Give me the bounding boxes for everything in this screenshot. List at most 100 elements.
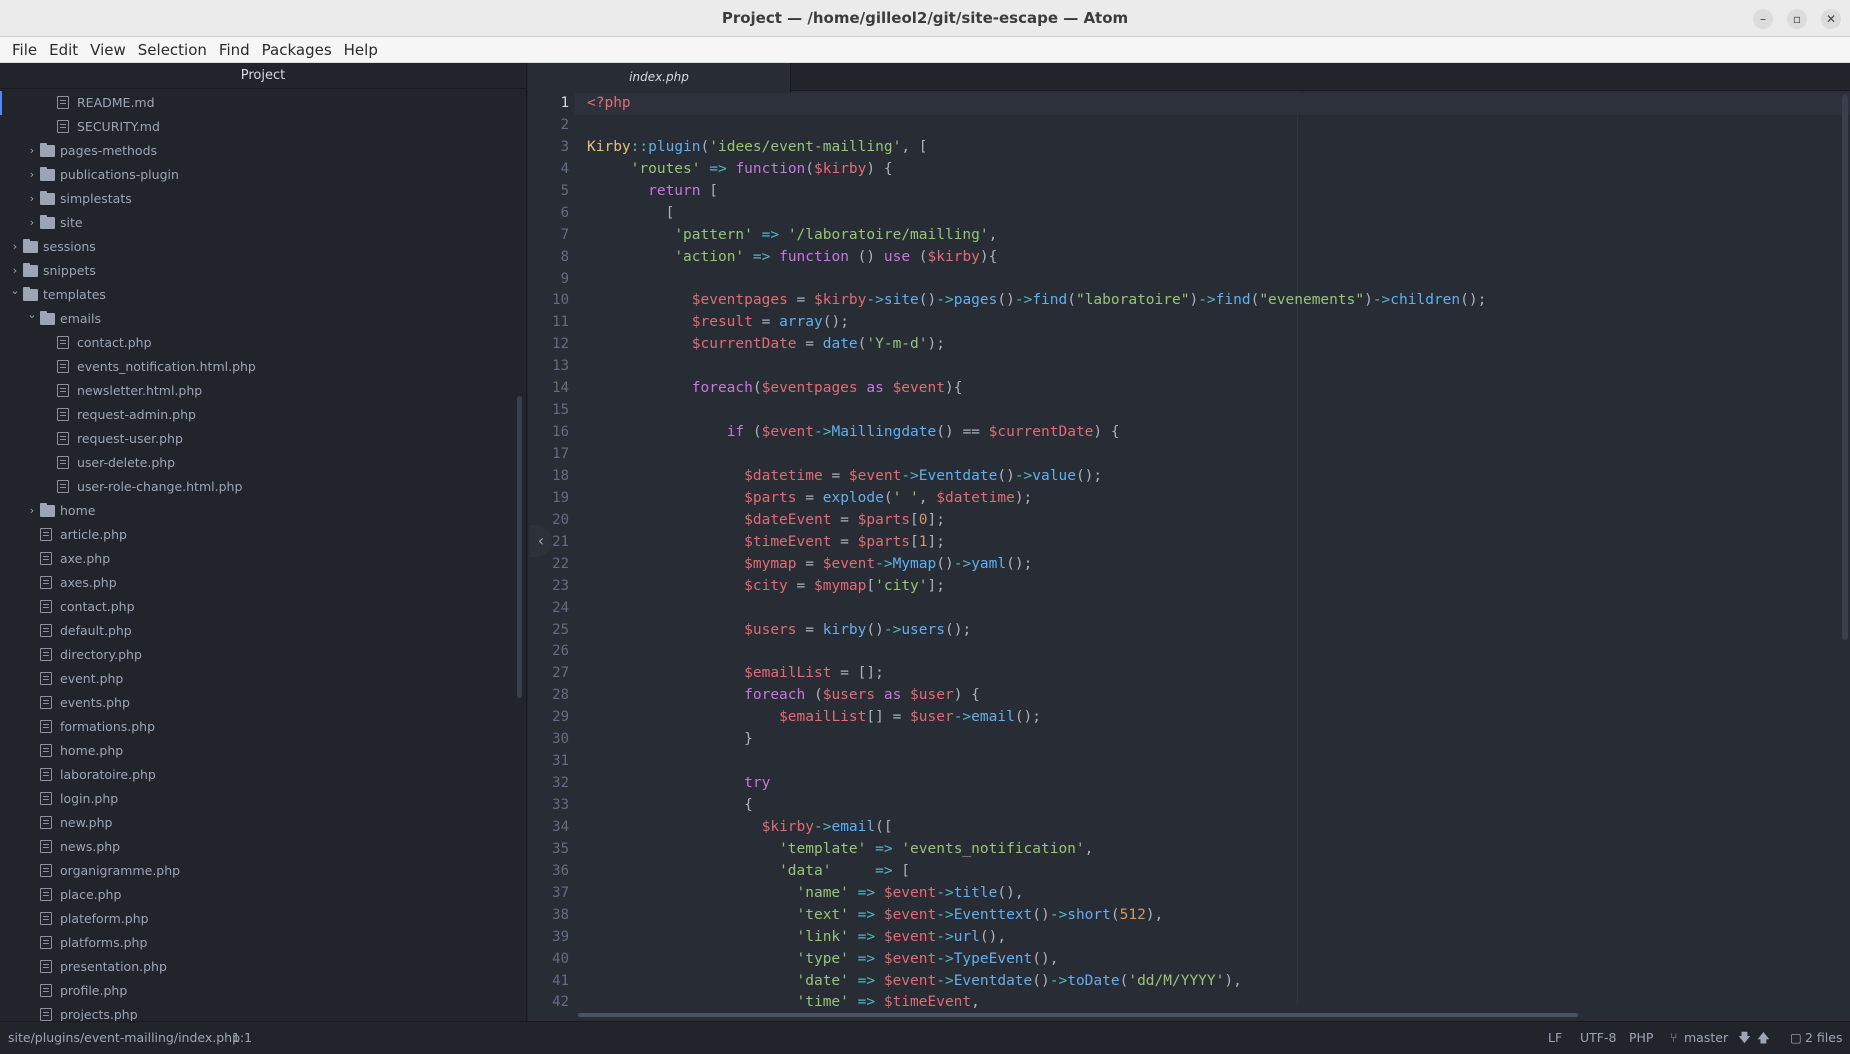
chevron-down-icon[interactable]: ⌄ (10, 279, 20, 303)
push-up-icon[interactable]: 🡅 (1757, 1022, 1770, 1054)
tree-file[interactable]: presentation.php (0, 955, 526, 979)
code-line[interactable] (575, 356, 1850, 378)
code-lines[interactable]: <?phpKirby::plugin('idees/event-mailling… (575, 93, 1850, 1014)
code-line[interactable] (575, 400, 1850, 422)
code-line[interactable]: $result = array(); (575, 312, 1850, 334)
tree-folder[interactable]: › sessions (0, 235, 526, 259)
tree-file[interactable]: new.php (0, 811, 526, 835)
code-line[interactable] (575, 641, 1850, 663)
menu-view[interactable]: View (84, 37, 132, 63)
tree-scrollbar[interactable] (517, 396, 522, 698)
code-line[interactable]: 'time' => $timeEvent, (575, 992, 1850, 1014)
chevron-right-icon[interactable]: › (10, 235, 20, 259)
menu-packages[interactable]: Packages (256, 37, 338, 63)
code-line[interactable]: 'type' => $event->TypeEvent(), (575, 949, 1850, 971)
code-line[interactable]: foreach($eventpages as $event){ (575, 378, 1850, 400)
code-line[interactable]: Kirby::plugin('idees/event-mailling', [ (575, 137, 1850, 159)
chevron-right-icon[interactable]: › (27, 499, 37, 523)
code-line[interactable]: } (575, 729, 1850, 751)
tree-file[interactable]: login.php (0, 787, 526, 811)
tree-file[interactable]: axes.php (0, 571, 526, 595)
code-line[interactable]: 'template' => 'events_notification', (575, 839, 1850, 861)
menu-help[interactable]: Help (338, 37, 384, 63)
tree-folder[interactable]: ⌄ emails (0, 307, 526, 331)
tree-file[interactable]: plateform.php (0, 907, 526, 931)
code-line[interactable]: $emailList[] = $user->email(); (575, 707, 1850, 729)
maximize-button[interactable]: ▫ (1787, 9, 1807, 29)
tree-folder[interactable]: › publications-plugin (0, 163, 526, 187)
tree-file[interactable]: events.php (0, 691, 526, 715)
code-line[interactable]: { (575, 795, 1850, 817)
menu-file[interactable]: File (6, 37, 43, 63)
tree-file[interactable]: organigramme.php (0, 859, 526, 883)
chevron-right-icon[interactable]: › (27, 163, 37, 187)
tab-index-php[interactable]: index.php (528, 63, 791, 92)
code-line[interactable]: return [ (575, 181, 1850, 203)
status-git-branch[interactable]: master (1684, 1022, 1728, 1054)
code-line[interactable]: $currentDate = date('Y-m-d'); (575, 334, 1850, 356)
tree-file[interactable]: axe.php (0, 547, 526, 571)
code-line[interactable]: $mymap = $event->Mymap()->yaml(); (575, 554, 1850, 576)
code-line[interactable] (575, 115, 1850, 137)
status-file-path[interactable]: site/plugins/event-mailling/index.php (8, 1022, 240, 1054)
status-line-ending[interactable]: LF (1548, 1022, 1562, 1054)
code-line[interactable]: try (575, 773, 1850, 795)
chevron-right-icon[interactable]: › (27, 211, 37, 235)
horizontal-scrollbar[interactable] (578, 1013, 1578, 1017)
minimize-button[interactable]: – (1753, 9, 1773, 29)
menu-find[interactable]: Find (213, 37, 256, 63)
menu-edit[interactable]: Edit (43, 37, 84, 63)
close-button[interactable]: ✕ (1821, 9, 1841, 29)
tree-file[interactable]: SECURITY.md (0, 115, 526, 139)
code-line[interactable]: 'name' => $event->title(), (575, 883, 1850, 905)
code-line[interactable] (575, 269, 1850, 291)
tree-file[interactable]: profile.php (0, 979, 526, 1003)
code-line[interactable]: $users = kirby()->users(); (575, 620, 1850, 642)
tree-file[interactable]: directory.php (0, 643, 526, 667)
code-line[interactable]: $timeEvent = $parts[1]; (575, 532, 1850, 554)
tree-file[interactable]: request-admin.php (0, 403, 526, 427)
code-line[interactable]: foreach ($users as $user) { (575, 685, 1850, 707)
status-cursor-position[interactable]: 1:1 (232, 1022, 252, 1054)
tree-file[interactable]: contact.php (0, 331, 526, 355)
tree-file[interactable]: projects.php (0, 1003, 526, 1021)
tree-file[interactable]: home.php (0, 739, 526, 763)
code-line[interactable]: $parts = explode(' ', $datetime); (575, 488, 1850, 510)
code-line[interactable]: 'date' => $event->Eventdate()->toDate('d… (575, 971, 1850, 993)
tree-file[interactable]: article.php (0, 523, 526, 547)
chevron-down-icon[interactable]: ⌄ (27, 303, 37, 327)
tree-file[interactable]: user-role-change.html.php (0, 475, 526, 499)
code-line[interactable]: 'link' => $event->url(), (575, 927, 1850, 949)
tree-file[interactable]: default.php (0, 619, 526, 643)
tree-file[interactable]: contact.php (0, 595, 526, 619)
code-line[interactable] (575, 598, 1850, 620)
code-line[interactable]: $kirby->email([ (575, 817, 1850, 839)
chevron-right-icon[interactable]: › (27, 139, 37, 163)
code-line[interactable]: 'data' => [ (575, 861, 1850, 883)
fetch-down-icon[interactable]: 🡇 (1738, 1022, 1751, 1054)
code-line[interactable]: $emailList = []; (575, 663, 1850, 685)
status-encoding[interactable]: UTF-8 (1580, 1022, 1616, 1054)
tree-folder[interactable]: › home (0, 499, 526, 523)
code-line[interactable] (575, 751, 1850, 773)
tree-file[interactable]: event.php (0, 667, 526, 691)
menu-selection[interactable]: Selection (132, 37, 213, 63)
tree-file[interactable]: request-user.php (0, 427, 526, 451)
code-line[interactable]: [ (575, 203, 1850, 225)
code-line[interactable] (575, 444, 1850, 466)
tree-file[interactable]: place.php (0, 883, 526, 907)
status-file-count[interactable]: 2 files (1805, 1022, 1842, 1054)
code-line[interactable]: $eventpages = $kirby->site()->pages()->f… (575, 290, 1850, 312)
code-line[interactable]: $dateEvent = $parts[0]; (575, 510, 1850, 532)
chevron-right-icon[interactable]: › (27, 187, 37, 211)
code-line[interactable]: if ($event->Maillingdate() == $currentDa… (575, 422, 1850, 444)
code-line[interactable]: <?php (575, 93, 1850, 115)
code-line[interactable]: 'text' => $event->Eventtext()->short(512… (575, 905, 1850, 927)
tree-folder[interactable]: › pages-methods (0, 139, 526, 163)
code-line[interactable]: 'routes' => function($kirby) { (575, 159, 1850, 181)
tree-file[interactable]: news.php (0, 835, 526, 859)
tree-file[interactable]: laboratoire.php (0, 763, 526, 787)
vertical-scrollbar[interactable] (1842, 95, 1848, 640)
tree-folder[interactable]: › snippets (0, 259, 526, 283)
tree-file[interactable]: newsletter.html.php (0, 379, 526, 403)
